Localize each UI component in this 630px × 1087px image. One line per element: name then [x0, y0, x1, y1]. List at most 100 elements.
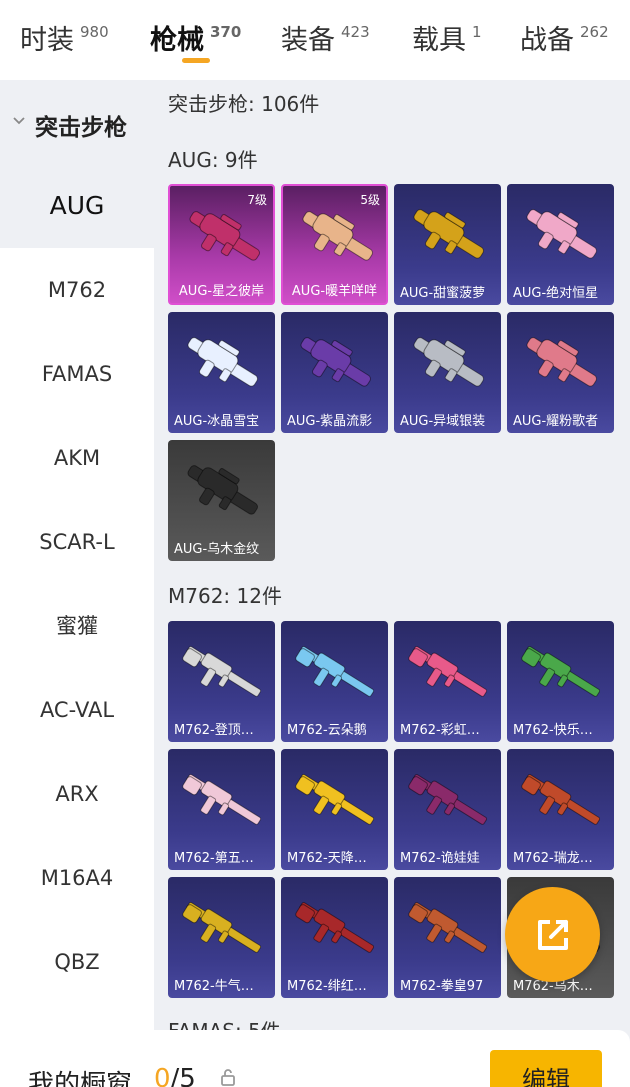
skin-name: M762-牛气…	[174, 979, 254, 994]
skin-card[interactable]: AUG-乌木金纹	[168, 440, 275, 561]
tab-count: 370	[210, 23, 242, 41]
skin-card[interactable]: M762-瑞龙…	[507, 749, 614, 870]
showcase-bar: 我的橱窗 0/5 编辑	[0, 1030, 630, 1087]
share-button[interactable]	[505, 887, 600, 982]
tab-label: 装备	[281, 25, 335, 56]
tab-fashion[interactable]: 时装 980	[20, 18, 109, 57]
weapon-skin-image	[408, 902, 488, 953]
tab-count: 262	[580, 23, 609, 41]
skin-name: AUG-甜蜜菠萝	[400, 286, 486, 301]
external-link-icon	[538, 920, 568, 950]
skin-name: M762-诡娃娃	[400, 851, 480, 866]
skin-card[interactable]: M762-绯红…	[281, 877, 388, 998]
showcase-count: 0/5	[154, 1064, 196, 1087]
sidebar-item-ac-val[interactable]: AC-VAL	[0, 668, 154, 752]
showcase-count-current: 0	[154, 1064, 171, 1087]
lock-icon	[221, 1069, 235, 1086]
skin-card[interactable]: AUG-甜蜜菠萝	[394, 184, 501, 305]
skin-level-badge: 5级	[360, 193, 380, 207]
weapon-skin-image	[408, 774, 488, 825]
skin-card[interactable]: M762-诡娃娃	[394, 749, 501, 870]
weapon-skin-image	[413, 337, 484, 387]
skin-name: M762-云朵鹅	[287, 723, 367, 738]
skin-card[interactable]: AUG-耀粉歌者	[507, 312, 614, 433]
tab-vehicles[interactable]: 载具 1	[412, 18, 482, 57]
skin-name: M762-拳皇97	[400, 979, 484, 994]
weapon-skin-image	[521, 646, 601, 697]
skin-name: AUG-冰晶雪宝	[174, 414, 260, 429]
skin-name: M762-彩虹…	[400, 723, 480, 738]
skin-level-badge: 7级	[247, 193, 267, 207]
weapon-skin-image	[295, 774, 375, 825]
skin-name: AUG-绝对恒星	[513, 286, 599, 301]
skin-name: M762-快乐…	[513, 723, 593, 738]
weapon-skin-image	[521, 774, 601, 825]
weapon-skin-image	[189, 211, 260, 261]
skin-name: AUG-乌木金纹	[174, 542, 260, 557]
section-title-aug: AUG: 9件	[168, 148, 258, 172]
category-total: 突击步枪: 106件	[168, 92, 320, 116]
skin-card[interactable]: 5级 AUG-暖羊咩咩	[281, 184, 388, 305]
skin-card[interactable]: M762-彩虹…	[394, 621, 501, 742]
skin-name: AUG-耀粉歌者	[513, 414, 599, 429]
weapon-skin-image	[187, 465, 258, 515]
skin-name: M762-天降…	[287, 851, 367, 866]
category-header[interactable]: 突击步枪	[0, 80, 154, 164]
weapon-skin-image	[302, 211, 373, 261]
sidebar-item-qbz[interactable]: QBZ	[0, 920, 154, 1004]
skin-name: AUG-星之彼岸	[178, 284, 265, 299]
skin-card[interactable]: AUG-绝对恒星	[507, 184, 614, 305]
sidebar-item-scar-l[interactable]: SCAR-L	[0, 500, 154, 584]
skin-card[interactable]: M762-天降…	[281, 749, 388, 870]
skin-card[interactable]: M762-拳皇97	[394, 877, 501, 998]
tab-label: 战备	[520, 25, 574, 56]
skin-card[interactable]: AUG-紫晶流影	[281, 312, 388, 433]
weapon-skin-image	[413, 209, 484, 259]
sidebar-item-akm[interactable]: AKM	[0, 416, 154, 500]
weapon-skin-image	[408, 646, 488, 697]
tab-equipment[interactable]: 装备 423	[281, 18, 370, 57]
tab-count: 423	[341, 23, 370, 41]
skin-card[interactable]: AUG-冰晶雪宝	[168, 312, 275, 433]
tab-guns[interactable]: 枪械 370	[150, 18, 241, 57]
skin-name: M762-登顶…	[174, 723, 254, 738]
sidebar-item-arx[interactable]: ARX	[0, 752, 154, 836]
skin-card[interactable]: AUG-异域银装	[394, 312, 501, 433]
tab-battle-prep[interactable]: 战备 262	[520, 18, 609, 57]
sidebar-item-m762[interactable]: M762	[0, 248, 154, 332]
skin-name: AUG-异域银装	[400, 414, 486, 429]
weapon-skin-image	[182, 774, 262, 825]
sidebar-item-aug[interactable]: AUG	[0, 164, 154, 248]
skin-card[interactable]: 7级 AUG-星之彼岸	[168, 184, 275, 305]
tab-count: 980	[80, 23, 109, 41]
tab-count: 1	[472, 23, 482, 41]
weapon-skin-image	[526, 209, 597, 259]
weapon-skin-image	[526, 337, 597, 387]
sidebar-item-蜜獾[interactable]: 蜜獾	[0, 584, 154, 668]
weapon-skin-image	[187, 337, 258, 387]
chevron-down-icon	[13, 117, 25, 125]
skin-name: AUG-暖羊咩咩	[291, 284, 378, 299]
category-tabs: 时装 980 枪械 370 装备 423 载具 1 战备 262	[0, 0, 630, 80]
sidebar-item-m16a4[interactable]: M16A4	[0, 836, 154, 920]
active-tab-indicator	[182, 58, 210, 63]
tab-label: 时装	[20, 25, 74, 56]
tab-label: 载具	[412, 25, 466, 56]
showcase-count-total: /5	[170, 1064, 196, 1087]
category-label: 突击步枪	[35, 115, 127, 141]
weapon-skin-image	[182, 646, 262, 697]
skin-card[interactable]: M762-登顶…	[168, 621, 275, 742]
skin-card[interactable]: M762-快乐…	[507, 621, 614, 742]
sidebar-item-famas[interactable]: FAMAS	[0, 332, 154, 416]
skin-card[interactable]: M762-云朵鹅	[281, 621, 388, 742]
skin-card[interactable]: M762-牛气…	[168, 877, 275, 998]
edit-button[interactable]: 编辑	[490, 1050, 602, 1087]
weapon-skin-image	[300, 337, 371, 387]
weapon-skin-image	[295, 646, 375, 697]
showcase-title: 我的橱窗	[28, 1070, 133, 1087]
skin-name: M762-第五…	[174, 851, 254, 866]
weapon-skin-image	[295, 902, 375, 953]
tab-label: 枪械	[150, 25, 204, 56]
weapon-skin-image	[182, 902, 262, 953]
skin-card[interactable]: M762-第五…	[168, 749, 275, 870]
